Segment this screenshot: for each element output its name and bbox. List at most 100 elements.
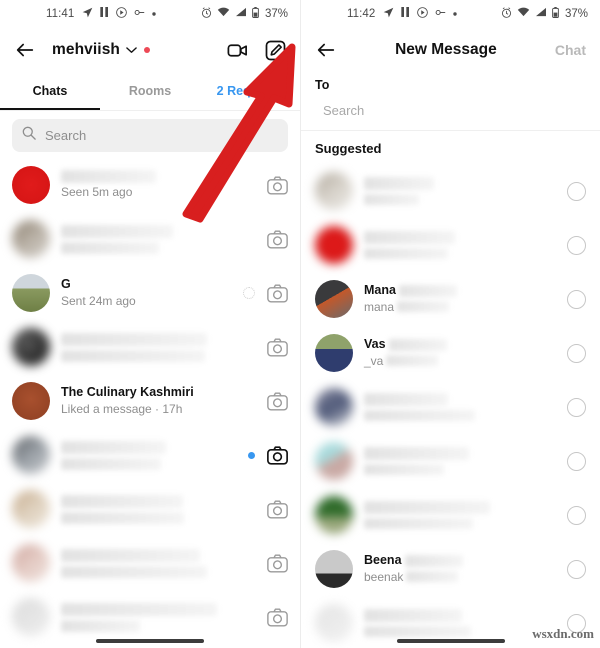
- chat-row-text: [61, 440, 248, 470]
- chat-button[interactable]: Chat: [555, 42, 586, 58]
- avatar[interactable]: [315, 226, 353, 264]
- unread-dot: [248, 451, 255, 459]
- back-arrow-icon[interactable]: [14, 39, 36, 61]
- chat-row-actions: [267, 553, 288, 573]
- camera-icon[interactable]: [267, 391, 288, 411]
- suggested-handle-redacted: [364, 194, 419, 205]
- suggested-user-row[interactable]: [301, 488, 600, 542]
- active-tab-underline: [0, 108, 100, 110]
- chat-row[interactable]: The Culinary Kashmiri Liked a message · 1…: [0, 374, 300, 428]
- suggested-user-row[interactable]: [301, 164, 600, 218]
- suggested-handle: mana: [364, 300, 395, 314]
- avatar[interactable]: [12, 220, 50, 258]
- camera-icon[interactable]: [267, 499, 288, 519]
- chat-row-text: The Culinary Kashmiri Liked a message · 1…: [61, 385, 267, 417]
- avatar[interactable]: [315, 550, 353, 588]
- chat-row-text: [61, 494, 267, 524]
- status-left-icons-right: [383, 6, 458, 22]
- suggested-user-row[interactable]: [301, 434, 600, 488]
- chat-row[interactable]: Seen 5m ago: [0, 158, 300, 212]
- chat-list[interactable]: Seen 5m ago G Sent 24m ago The Culinary Kas…: [0, 158, 300, 644]
- suggested-user-row[interactable]: [301, 380, 600, 434]
- camera-icon[interactable]: [267, 445, 288, 465]
- chat-row-text: G Sent 24m ago: [61, 277, 243, 309]
- dot-icon: [453, 8, 458, 20]
- chat-row[interactable]: [0, 428, 300, 482]
- avatar[interactable]: [12, 166, 50, 204]
- select-user-radio[interactable]: [567, 289, 586, 309]
- camera-icon[interactable]: [267, 229, 288, 249]
- suggested-name-redacted: [364, 501, 490, 514]
- suggested-user-list[interactable]: Mana mana Vas _va Beena beenak: [301, 164, 600, 648]
- search-input[interactable]: Search: [12, 119, 288, 152]
- chat-row-actions: [243, 283, 288, 303]
- avatar[interactable]: [315, 496, 353, 534]
- suggested-handle-redacted-tail: [397, 301, 450, 312]
- select-user-radio[interactable]: [567, 559, 586, 579]
- tab-chats[interactable]: Chats: [0, 72, 100, 110]
- avatar[interactable]: [12, 598, 50, 636]
- chat-row[interactable]: [0, 212, 300, 266]
- avatar[interactable]: [315, 442, 353, 480]
- compose-icon[interactable]: [264, 39, 286, 61]
- chat-row[interactable]: [0, 320, 300, 374]
- status-left-icons: [82, 6, 157, 22]
- select-user-radio[interactable]: [567, 397, 586, 417]
- back-arrow-icon[interactable]: [315, 39, 337, 61]
- suggested-name-redacted: [364, 393, 448, 406]
- avatar[interactable]: [315, 604, 353, 642]
- suggested-user-row[interactable]: [301, 218, 600, 272]
- chat-row[interactable]: G Sent 24m ago: [0, 266, 300, 320]
- recipient-search-input[interactable]: Search: [301, 94, 600, 130]
- avatar[interactable]: [12, 490, 50, 528]
- chat-row[interactable]: [0, 536, 300, 590]
- tab-requests[interactable]: 2 Requests: [200, 72, 300, 110]
- suggested-name-redacted: [364, 447, 469, 460]
- avatar[interactable]: [12, 328, 50, 366]
- camera-icon[interactable]: [267, 283, 288, 303]
- chat-row-text: [61, 224, 267, 254]
- suggested-name-line: Mana: [364, 283, 567, 298]
- select-user-radio[interactable]: [567, 505, 586, 525]
- avatar[interactable]: [315, 388, 353, 426]
- chat-preview-redacted: [61, 565, 207, 578]
- chat-row-actions: [267, 391, 288, 411]
- suggested-section-title: Suggested: [315, 141, 382, 156]
- avatar[interactable]: [315, 280, 353, 318]
- link-icon: [134, 8, 145, 20]
- play-circle-icon: [417, 6, 429, 22]
- tab-rooms[interactable]: Rooms: [100, 72, 200, 110]
- chat-row[interactable]: [0, 590, 300, 644]
- status-right-icons: 37%: [201, 6, 288, 22]
- suggested-user-row[interactable]: Mana mana: [301, 272, 600, 326]
- camera-icon[interactable]: [267, 553, 288, 573]
- camera-icon[interactable]: [267, 175, 288, 195]
- chat-row-actions: [267, 229, 288, 249]
- avatar[interactable]: [315, 172, 353, 210]
- suggested-handle-redacted-tail: [406, 571, 459, 582]
- right-phone-screen: 11:42 37% New Message Chat To Search Sug…: [300, 0, 600, 648]
- dual-screenshot-container: 11:41 37% mehviish Chats Rooms 2 Request…: [0, 0, 600, 648]
- suggested-user-row[interactable]: Beena beenak: [301, 542, 600, 596]
- select-user-radio[interactable]: [567, 235, 586, 255]
- chevron-down-icon[interactable]: [126, 41, 137, 59]
- camera-icon[interactable]: [267, 337, 288, 357]
- suggested-name-redacted-tail: [404, 554, 463, 567]
- chat-row[interactable]: [0, 482, 300, 536]
- chat-row-actions: [267, 499, 288, 519]
- select-user-radio[interactable]: [567, 451, 586, 471]
- avatar[interactable]: [12, 544, 50, 582]
- video-camera-icon[interactable]: [226, 39, 248, 61]
- avatar[interactable]: [12, 382, 50, 420]
- suggested-user-row[interactable]: Vas _va: [301, 326, 600, 380]
- select-user-radio[interactable]: [567, 343, 586, 363]
- chat-row-actions: [267, 175, 288, 195]
- avatar[interactable]: [12, 436, 50, 474]
- select-user-radio[interactable]: [567, 181, 586, 201]
- avatar[interactable]: [315, 334, 353, 372]
- camera-icon[interactable]: [267, 607, 288, 627]
- suggested-user-text: [364, 177, 567, 205]
- suggested-handle-redacted: [364, 626, 471, 637]
- avatar[interactable]: [12, 274, 50, 312]
- username-label[interactable]: mehviish: [52, 41, 120, 59]
